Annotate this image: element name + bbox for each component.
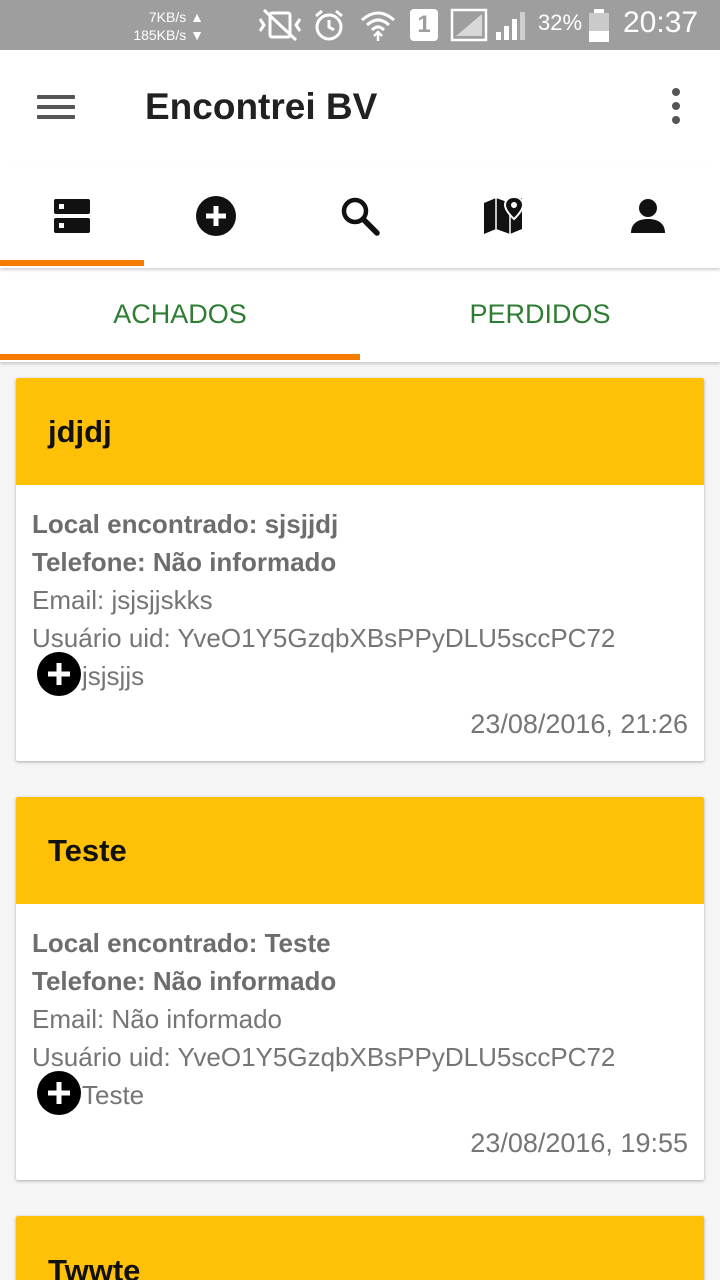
icon-tab-bar: [0, 166, 720, 268]
download-speed: 185KB/s ▼: [133, 27, 204, 43]
app-title: Encontrei BV: [145, 86, 378, 127]
card-header: jdjdj: [16, 378, 704, 485]
tab-perdidos-label: PERDIDOS: [469, 298, 611, 329]
menu-button[interactable]: [26, 82, 86, 132]
battery-percent: 32%: [538, 10, 583, 35]
network-speed: 7KB/s ▲ 185KB/s ▼: [112, 8, 204, 44]
search-icon: [341, 197, 380, 236]
card-body: Local encontrado: sjsjjdj Telefone: Não …: [16, 485, 704, 761]
tab-achados-label: ACHADOS: [113, 298, 247, 329]
item-card[interactable]: Twwte: [16, 1216, 704, 1280]
clock: 20:37: [623, 6, 699, 39]
upload-speed: 7KB/s ▲: [148, 9, 204, 25]
card-description-text: Teste: [82, 1080, 145, 1110]
person-icon: [631, 199, 665, 233]
map-icon: [484, 195, 525, 234]
card-title: Teste: [48, 832, 127, 868]
add-circle-icon[interactable]: [36, 1070, 82, 1116]
card-date: 23/08/2016, 19:55: [470, 1128, 688, 1158]
card-date: 23/08/2016, 21:26: [470, 709, 688, 739]
card-location: Local encontrado: sjsjjdj: [32, 509, 339, 539]
card-body: Local encontrado: Teste Telefone: Não in…: [16, 904, 704, 1180]
sub-tab-bar: ACHADOS PERDIDOS: [0, 268, 720, 362]
card-title: jdjdj: [48, 413, 112, 449]
tab-achados[interactable]: ACHADOS: [0, 268, 360, 360]
signal-strength-icon: [496, 12, 525, 40]
tab-search[interactable]: [288, 166, 432, 266]
vibrate-mute-icon: [258, 8, 302, 42]
wifi-icon: [361, 11, 395, 41]
add-circle-icon: [196, 196, 236, 236]
card-phone: Telefone: Não informado: [32, 547, 337, 577]
card-description-text: jsjsjjs: [82, 661, 145, 691]
card-email: Email: jsjsjjskks: [32, 585, 213, 615]
card-uid: Usuário uid: YveO1Y5GzqbXBsPPyDLU5sccPC7…: [32, 623, 616, 653]
tab-indicator: [0, 354, 360, 360]
card-description: jsjsjjs: [32, 652, 688, 703]
card-header: Twwte: [16, 1216, 704, 1280]
signal-icon: [450, 8, 488, 42]
tab-perdidos[interactable]: PERDIDOS: [360, 268, 720, 360]
card-description: Teste: [32, 1071, 688, 1122]
items-list[interactable]: jdjdj Local encontrado: sjsjjdj Telefone…: [0, 362, 720, 1280]
tab-list[interactable]: [0, 166, 144, 266]
tab-map[interactable]: [432, 166, 576, 266]
alarm-icon: [315, 9, 343, 41]
card-title: Twwte: [48, 1253, 141, 1280]
status-bar: 7KB/s ▲ 185KB/s ▼ 1 32% 20:37: [0, 0, 720, 50]
add-circle-icon[interactable]: [36, 651, 82, 697]
item-card[interactable]: Teste Local encontrado: Teste Telefone: …: [16, 797, 704, 1180]
card-email: Email: Não informado: [32, 1004, 282, 1034]
battery-icon: [589, 9, 609, 42]
card-location: Local encontrado: Teste: [32, 928, 331, 958]
list-icon: [54, 199, 90, 233]
item-card[interactable]: jdjdj Local encontrado: sjsjjdj Telefone…: [16, 378, 704, 761]
card-header: Teste: [16, 797, 704, 904]
tab-add[interactable]: [144, 166, 288, 266]
card-phone: Telefone: Não informado: [32, 966, 337, 996]
sim-slot-icon: 1: [410, 9, 438, 41]
tab-indicator: [0, 260, 144, 266]
overflow-menu-button[interactable]: [652, 80, 700, 132]
tab-profile[interactable]: [576, 166, 720, 266]
card-uid: Usuário uid: YveO1Y5GzqbXBsPPyDLU5sccPC7…: [32, 1042, 616, 1072]
app-bar: Encontrei BV: [0, 50, 720, 166]
